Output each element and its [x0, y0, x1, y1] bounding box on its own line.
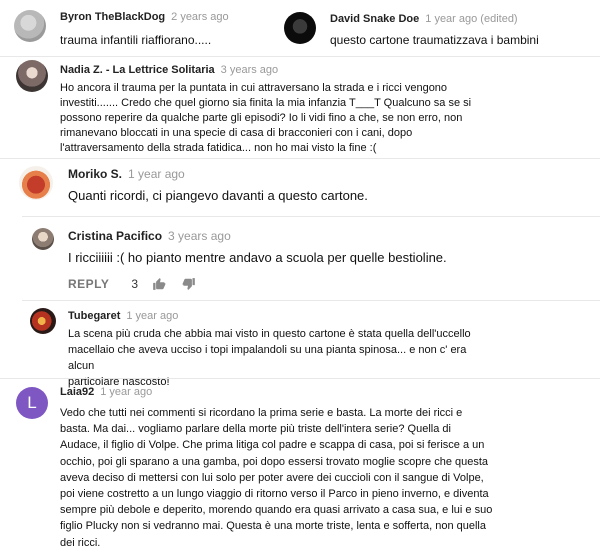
comment-line: occhio, poi gli sparano a una gamba, poi…: [60, 455, 489, 468]
thumbs-up-icon[interactable]: [152, 277, 166, 291]
comment-header: Laia92 1 year ago: [60, 386, 152, 398]
comment-line: l'attraversamento della strada fatidica.…: [60, 142, 377, 154]
comment-header: Byron TheBlackDog 2 years ago: [60, 11, 229, 23]
comment-line: La scena più cruda che abbia mai visto i…: [68, 328, 471, 340]
comment-line: aveva deciso di mettersi con lui solo pe…: [60, 471, 484, 484]
comment-text: Quanti ricordi, ci piangevo davanti a qu…: [68, 188, 368, 203]
divider: [0, 56, 600, 57]
comment-line: rimanevano bloccati in una specie di cas…: [60, 127, 413, 139]
author-name[interactable]: Moriko S.: [68, 167, 122, 181]
comment-header: Cristina Pacifico 3 years ago: [68, 229, 231, 243]
comment-line: possono reperire da qualche parte gli ep…: [60, 112, 463, 124]
timestamp[interactable]: 1 year ago: [128, 167, 185, 181]
like-count: 3: [131, 277, 139, 291]
avatar[interactable]: [19, 166, 53, 200]
thumbs-down-icon[interactable]: [182, 277, 196, 291]
comment-line: Audace, il figlio di Volpe. Che prima li…: [60, 439, 485, 452]
divider: [0, 378, 600, 379]
comment-line: Vedo che tutti nei commenti si ricordano…: [60, 407, 463, 419]
avatar[interactable]: [32, 228, 54, 250]
timestamp[interactable]: 1 year ago (edited): [425, 13, 517, 25]
comment-header: Tubegaret 1 year ago: [68, 310, 178, 322]
comment-line: sempre più debole e deperito, morendo qu…: [60, 504, 493, 517]
comment-line: Ho ancora il trauma per la puntata in cu…: [60, 82, 448, 94]
comment-header: Nadia Z. - La Lettrice Solitaria 3 years …: [60, 64, 278, 76]
comment-header: David Snake Doe 1 year ago (edited): [330, 13, 518, 25]
comment-line: basta. Ma dai... vogliamo parlare della …: [60, 423, 451, 436]
timestamp[interactable]: 1 year ago: [126, 310, 178, 322]
divider: [22, 300, 600, 301]
comment-line: macellaio che aveva ucciso i topi impala…: [68, 344, 467, 372]
divider: [0, 158, 600, 159]
timestamp[interactable]: 3 years ago: [221, 64, 278, 76]
comment-text: I ricciiiiii :( ho pianto mentre andavo …: [68, 250, 447, 265]
avatar[interactable]: [30, 308, 56, 334]
timestamp[interactable]: 1 year ago: [100, 386, 152, 398]
avatar[interactable]: [284, 12, 316, 44]
reply-button[interactable]: REPLY: [68, 277, 109, 291]
timestamp[interactable]: 2 years ago: [171, 11, 228, 23]
author-name[interactable]: Cristina Pacifico: [68, 229, 162, 243]
comment-line: figlio Plucky non si vedranno mai. Quest…: [60, 520, 486, 533]
comment-text: questo cartone traumatizzava i bambini: [330, 33, 539, 47]
author-name[interactable]: David Snake Doe: [330, 13, 419, 25]
author-name[interactable]: Tubegaret: [68, 310, 120, 322]
avatar[interactable]: [14, 10, 46, 42]
comment-text: La scena più cruda che abbia mai visto i…: [68, 326, 488, 390]
comment-line: investiti....... Credo che quel giorno s…: [60, 97, 472, 109]
comment-line: dei ricci.: [60, 536, 101, 549]
comment-header: Moriko S. 1 year ago: [68, 167, 185, 181]
avatar[interactable]: [16, 60, 48, 92]
comment-text: Vedo che tutti nei commenti si ricordano…: [60, 405, 530, 550]
comment-actions: REPLY 3: [68, 277, 196, 291]
comment-line: poi viene costretto a un lungo viaggio d…: [60, 488, 489, 501]
author-name[interactable]: Laia92: [60, 386, 94, 398]
timestamp[interactable]: 3 years ago: [168, 229, 231, 243]
author-name[interactable]: Byron TheBlackDog: [60, 11, 165, 23]
avatar[interactable]: L: [16, 387, 48, 419]
divider: [22, 216, 600, 217]
author-name[interactable]: Nadia Z. - La Lettrice Solitaria: [60, 64, 215, 76]
comment-text: trauma infantili riaffiorano.....: [60, 33, 212, 47]
comment-text: Ho ancora il trauma per la puntata in cu…: [60, 81, 480, 156]
